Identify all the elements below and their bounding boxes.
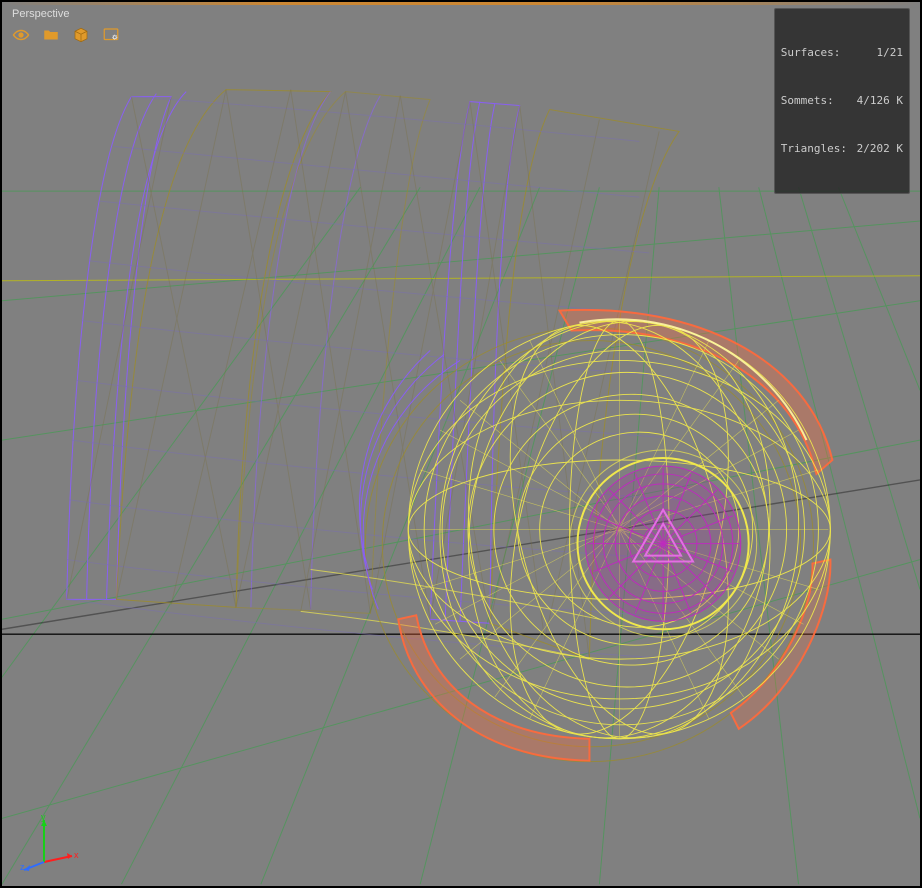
viewport[interactable]: Perspective	[0, 0, 922, 888]
eye-icon[interactable]	[10, 24, 32, 46]
stat-sommets-value: 4/126 K	[851, 93, 903, 109]
axis-x-label: x	[74, 850, 79, 860]
axis-y-label: y	[41, 812, 46, 822]
viewport-toolbar	[10, 24, 122, 46]
navigation-gizmo[interactable]: x y z	[20, 812, 80, 872]
stats-panel: Surfaces: 1/21 Sommets: 4/126 K Triangle…	[774, 8, 910, 194]
box-icon[interactable]	[70, 24, 92, 46]
stat-surfaces-value: 1/21	[851, 45, 903, 61]
stat-surfaces-label: Surfaces:	[781, 45, 841, 61]
axis-z-label: z	[20, 862, 25, 872]
stat-sommets-label: Sommets:	[781, 93, 834, 109]
stat-triangles-label: Triangles:	[781, 141, 847, 157]
folder-icon[interactable]	[40, 24, 62, 46]
stat-triangles-value: 2/202 K	[851, 141, 903, 157]
view-label: Perspective	[12, 8, 69, 20]
gear-frame-icon[interactable]	[100, 24, 122, 46]
